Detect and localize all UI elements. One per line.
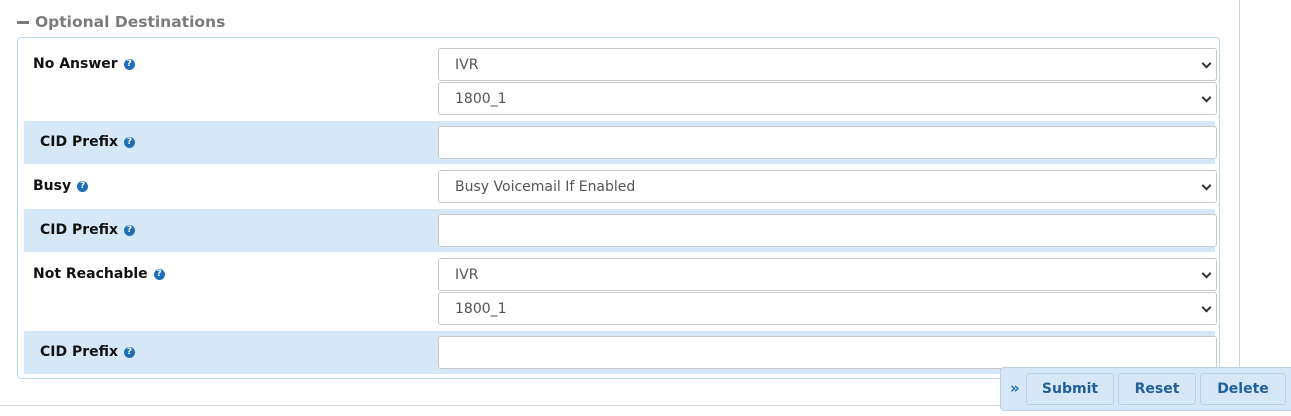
section-header[interactable]: Optional Destinations [17,12,225,32]
no-answer-label: No Answer [33,56,118,72]
not-reachable-destination-type-select[interactable]: IVR [438,258,1217,291]
no-answer-destination-select[interactable]: 1800_1 [438,82,1217,115]
help-icon[interactable]: ? [153,268,165,280]
section-title: Optional Destinations [35,13,226,31]
select-value: 1800_1 [455,90,507,107]
submit-button[interactable]: Submit [1026,373,1114,405]
busy-destination-select[interactable]: Busy Voicemail If Enabled [438,170,1217,203]
reset-button[interactable]: Reset [1118,373,1196,405]
row-cid-prefix-2: CID Prefix ? [24,209,1217,252]
field-label-busy: Busy ? [33,170,89,202]
chevron-down-icon [1201,302,1212,313]
field-label-cid-prefix: CID Prefix ? [40,214,136,246]
chevron-down-icon [1201,180,1212,191]
field-label-cid-prefix: CID Prefix ? [40,126,136,158]
help-icon[interactable]: ? [124,136,136,148]
field-label-no-answer: No Answer ? [33,48,135,80]
row-no-answer: No Answer ? IVR 1800_1 [24,46,1217,122]
chevron-down-icon [1201,58,1212,69]
row-busy: Busy ? Busy Voicemail If Enabled [24,169,1217,205]
row-not-reachable: Not Reachable ? IVR 1800_1 [24,257,1217,333]
delete-button[interactable]: Delete [1200,373,1286,405]
chevron-down-icon [1201,268,1212,279]
cid-prefix-input-2[interactable] [438,214,1217,247]
help-icon[interactable]: ? [123,58,135,70]
not-reachable-destination-select[interactable]: 1800_1 [438,292,1217,325]
row-cid-prefix-1: CID Prefix ? [24,121,1217,164]
collapse-icon[interactable] [17,21,29,24]
cid-prefix-label: CID Prefix [40,222,119,238]
field-label-not-reachable: Not Reachable ? [33,258,165,290]
select-value: Busy Voicemail If Enabled [455,178,636,195]
no-answer-destination-type-select[interactable]: IVR [438,48,1217,81]
select-value: IVR [455,266,479,283]
destinations-panel: No Answer ? IVR 1800_1 CID Prefix ? Busy… [17,37,1220,379]
chevron-down-icon [1201,92,1212,103]
cid-prefix-label: CID Prefix [40,134,119,150]
busy-label: Busy [33,178,72,194]
help-icon[interactable]: ? [77,180,89,192]
cid-prefix-input-1[interactable] [438,126,1217,159]
expand-icon[interactable]: » [1010,379,1020,397]
floating-action-bar: » Submit Reset Delete [1000,367,1291,411]
select-value: 1800_1 [455,300,507,317]
cid-prefix-input-3[interactable] [438,336,1217,369]
field-label-cid-prefix: CID Prefix ? [40,336,136,368]
select-value: IVR [455,56,479,73]
not-reachable-label: Not Reachable [33,266,148,282]
cid-prefix-label: CID Prefix [40,344,119,360]
help-icon[interactable]: ? [124,224,136,236]
help-icon[interactable]: ? [124,346,136,358]
